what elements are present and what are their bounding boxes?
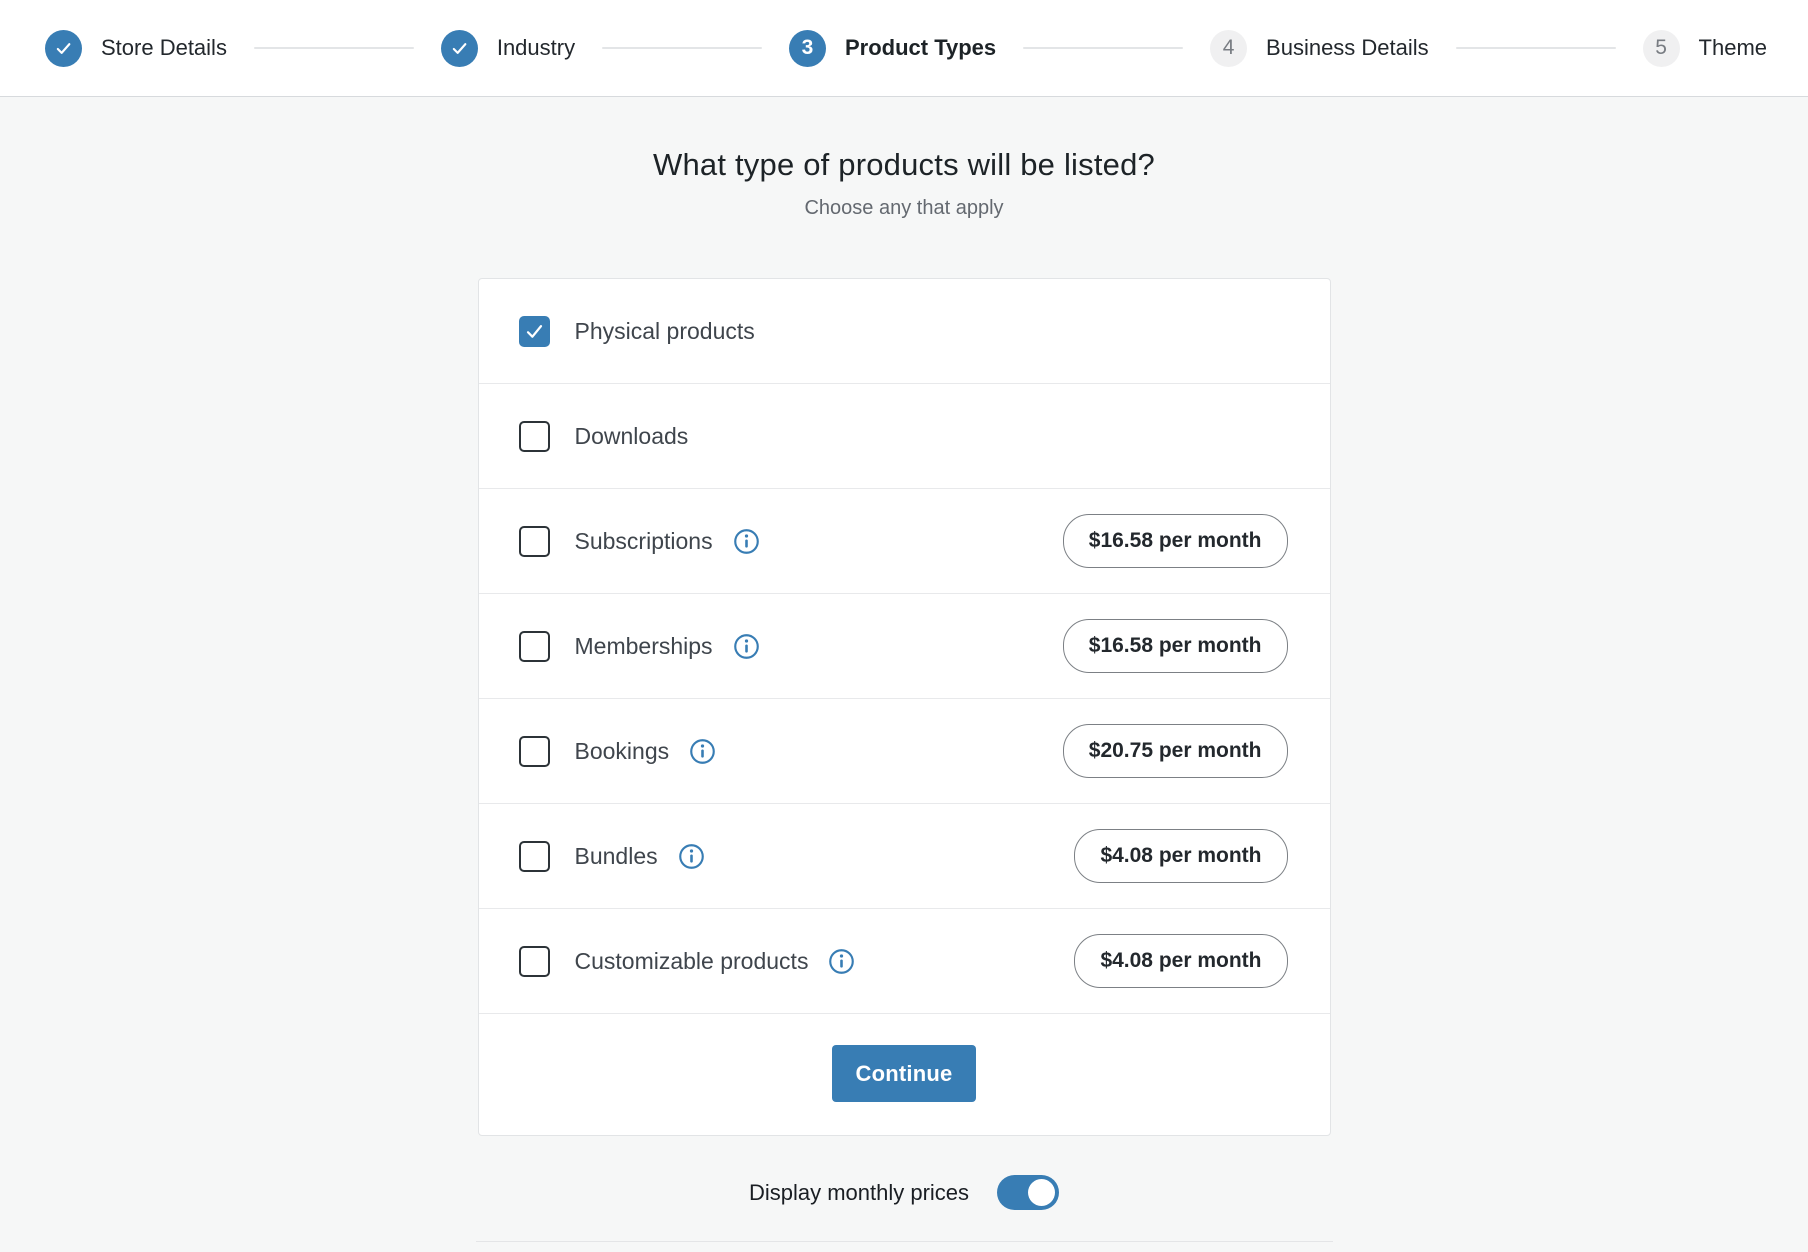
product-row-physical-products[interactable]: Physical products: [479, 279, 1330, 384]
step-label: Industry: [497, 35, 575, 61]
monthly-prices-toggle-row: Display monthly prices: [0, 1175, 1808, 1210]
step-label: Store Details: [101, 35, 227, 61]
price-badge: $16.58 per month: [1063, 514, 1288, 568]
toggle-label: Display monthly prices: [749, 1180, 969, 1206]
step-number-badge: 5: [1643, 30, 1680, 67]
stepper-step-business-details: 4 Business Details: [1210, 30, 1429, 67]
checkbox-physical-products-checked[interactable]: [519, 316, 550, 347]
checkbox-bundles[interactable]: [519, 841, 550, 872]
step-label: Product Types: [845, 35, 996, 61]
stepper-connector: [602, 47, 762, 49]
price-badge: $16.58 per month: [1063, 619, 1288, 673]
stepper-connector: [1023, 47, 1183, 49]
step-label: Theme: [1699, 35, 1767, 61]
setup-wizard-stepper: Store Details Industry 3 Product Types 4…: [0, 0, 1808, 97]
monthly-prices-toggle-on[interactable]: [997, 1175, 1059, 1210]
product-label: Customizable products: [575, 948, 809, 975]
info-icon[interactable]: [733, 633, 760, 660]
section-divider: [476, 1241, 1333, 1242]
card-footer: Continue: [479, 1014, 1330, 1135]
continue-button[interactable]: Continue: [832, 1045, 977, 1102]
step-label: Business Details: [1266, 35, 1429, 61]
checkbox-customizable-products[interactable]: [519, 946, 550, 977]
checkbox-memberships[interactable]: [519, 631, 550, 662]
product-label: Memberships: [575, 633, 713, 660]
stepper-connector: [1456, 47, 1616, 49]
product-label: Downloads: [575, 423, 689, 450]
product-label: Subscriptions: [575, 528, 713, 555]
stepper-step-store-details[interactable]: Store Details: [45, 30, 227, 67]
price-badge: $4.08 per month: [1074, 829, 1287, 883]
checkbox-downloads[interactable]: [519, 421, 550, 452]
toggle-knob: [1028, 1179, 1055, 1206]
page-subtitle: Choose any that apply: [0, 197, 1808, 220]
info-icon[interactable]: [678, 843, 705, 870]
stepper-step-theme: 5 Theme: [1643, 30, 1767, 67]
stepper-step-product-types[interactable]: 3 Product Types: [789, 30, 996, 67]
stepper-connector: [254, 47, 414, 49]
product-types-card: Physical products Downloads Subscription…: [478, 278, 1331, 1136]
step-complete-check-icon: [45, 30, 82, 67]
checkbox-subscriptions[interactable]: [519, 526, 550, 557]
step-number-badge: 3: [789, 30, 826, 67]
info-icon[interactable]: [689, 738, 716, 765]
page-title: What type of products will be listed?: [0, 147, 1808, 183]
product-label: Bundles: [575, 843, 658, 870]
product-row-bundles[interactable]: Bundles $4.08 per month: [479, 804, 1330, 909]
price-badge: $20.75 per month: [1063, 724, 1288, 778]
checkbox-bookings[interactable]: [519, 736, 550, 767]
product-row-memberships[interactable]: Memberships $16.58 per month: [479, 594, 1330, 699]
product-row-bookings[interactable]: Bookings $20.75 per month: [479, 699, 1330, 804]
product-row-subscriptions[interactable]: Subscriptions $16.58 per month: [479, 489, 1330, 594]
step-complete-check-icon: [441, 30, 478, 67]
stepper-step-industry[interactable]: Industry: [441, 30, 575, 67]
step-number-badge: 4: [1210, 30, 1247, 67]
info-icon[interactable]: [733, 528, 760, 555]
product-label: Bookings: [575, 738, 670, 765]
info-icon[interactable]: [828, 948, 855, 975]
product-label: Physical products: [575, 318, 755, 345]
price-badge: $4.08 per month: [1074, 934, 1287, 988]
product-row-downloads[interactable]: Downloads: [479, 384, 1330, 489]
product-row-customizable-products[interactable]: Customizable products $4.08 per month: [479, 909, 1330, 1014]
